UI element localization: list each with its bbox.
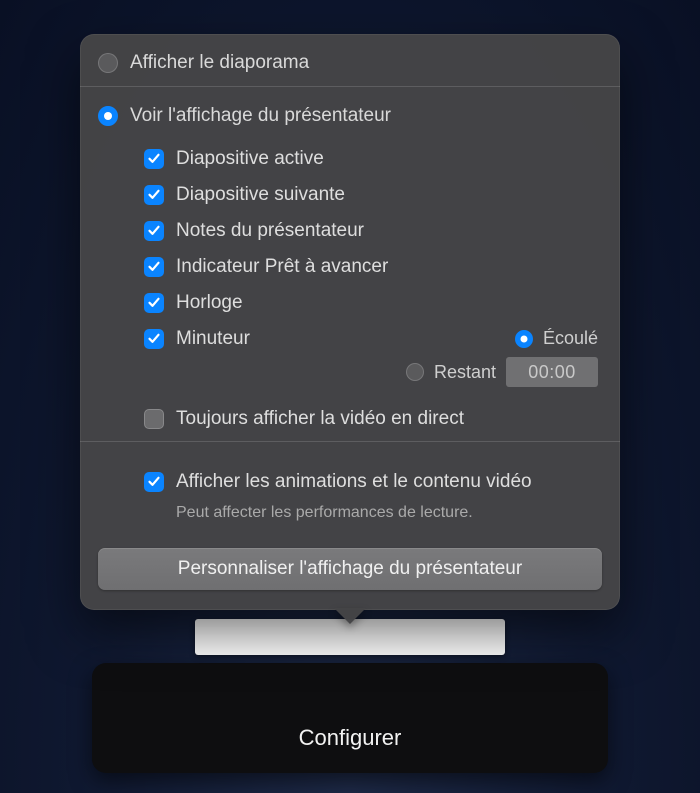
timer-remaining-option[interactable]: Restant (406, 362, 496, 383)
timer-row: Minuteur Écoulé Restant 00:00 (144, 321, 602, 394)
radio-icon (98, 53, 118, 73)
current-slide-checkbox[interactable]: Diapositive active (144, 141, 602, 177)
always-show-live-video-checkbox[interactable]: Toujours afficher la vidéo en direct (144, 394, 602, 437)
radio-icon (406, 363, 424, 381)
clock-label: Horloge (176, 292, 243, 314)
checkbox-icon (144, 472, 164, 492)
show-animations-checkbox[interactable]: Afficher les animations et le contenu vi… (144, 464, 602, 500)
ready-indicator-checkbox[interactable]: Indicateur Prêt à avancer (144, 249, 602, 285)
checkbox-icon (144, 149, 164, 169)
radio-icon (98, 106, 118, 126)
timer-elapsed-option[interactable]: Écoulé (515, 328, 598, 349)
timer-checkbox[interactable]: Minuteur (144, 328, 250, 350)
show-animations-label: Afficher les animations et le contenu vi… (176, 471, 532, 493)
presenter-display-option[interactable]: Voir l'affichage du présentateur (98, 101, 602, 139)
popover-anchor-strip (195, 619, 505, 655)
presenter-notes-label: Notes du présentateur (176, 220, 364, 242)
show-slideshow-label: Afficher le diaporama (130, 52, 309, 74)
presenter-notes-checkbox[interactable]: Notes du présentateur (144, 213, 602, 249)
presenter-options-list: Diapositive active Diapositive suivante … (98, 139, 602, 441)
clock-checkbox[interactable]: Horloge (144, 285, 602, 321)
checkbox-icon (144, 257, 164, 277)
customize-presenter-display-button[interactable]: Personnaliser l'affichage du présentateu… (98, 548, 602, 590)
display-options-popover: Afficher le diaporama Voir l'affichage d… (80, 34, 620, 610)
show-slideshow-option[interactable]: Afficher le diaporama (98, 48, 602, 86)
presenter-display-label: Voir l'affichage du présentateur (130, 105, 391, 127)
checkbox-icon (144, 221, 164, 241)
checkbox-icon (144, 409, 164, 429)
ready-indicator-label: Indicateur Prêt à avancer (176, 256, 388, 278)
next-slide-checkbox[interactable]: Diapositive suivante (144, 177, 602, 213)
checkbox-icon (144, 293, 164, 313)
timer-elapsed-label: Écoulé (543, 328, 598, 349)
radio-icon (515, 330, 533, 348)
timer-value-field[interactable]: 00:00 (506, 357, 598, 387)
config-toolbar: Configurer (92, 663, 608, 773)
always-show-live-video-label: Toujours afficher la vidéo en direct (176, 408, 464, 430)
timer-label: Minuteur (176, 328, 250, 350)
animations-performance-note: Peut affecter les performances de lectur… (144, 500, 602, 522)
checkbox-icon (144, 329, 164, 349)
timer-remaining-label: Restant (434, 362, 496, 383)
next-slide-label: Diapositive suivante (176, 184, 345, 206)
current-slide-label: Diapositive active (176, 148, 324, 170)
checkbox-icon (144, 185, 164, 205)
configure-button-label[interactable]: Configurer (299, 725, 402, 751)
